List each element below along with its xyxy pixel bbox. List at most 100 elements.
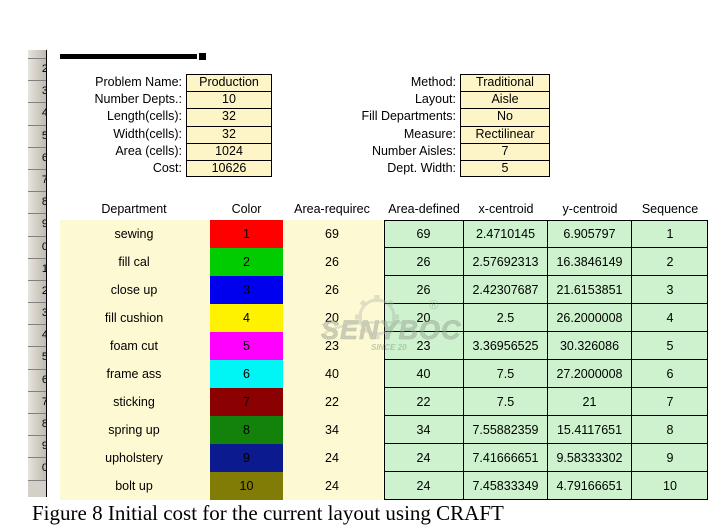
cell-area-defined[interactable]: 24: [384, 444, 464, 472]
cell-sequence[interactable]: 4: [632, 304, 708, 332]
cell-sequence[interactable]: 5: [632, 332, 708, 360]
cell-area-defined[interactable]: 40: [384, 360, 464, 388]
cell-y-centroid[interactable]: 26.2000008: [548, 304, 632, 332]
row-header-14[interactable]: 6: [28, 369, 46, 392]
table-row[interactable]: close up 3 26 26 2.42307687 21.6153851 3: [47, 276, 708, 304]
method-parameter-value[interactable]: No: [460, 108, 550, 126]
row-header-9[interactable]: 1: [28, 258, 46, 281]
cell-area-defined[interactable]: 24: [384, 472, 464, 500]
cell-sequence[interactable]: 7: [632, 388, 708, 416]
cell-department[interactable]: foam cut: [60, 332, 208, 360]
cell-department[interactable]: close up: [60, 276, 208, 304]
cell-x-centroid[interactable]: 7.5: [464, 388, 548, 416]
row-header-17[interactable]: 9: [28, 436, 46, 459]
row-header-10[interactable]: 2: [28, 280, 46, 304]
cell-department[interactable]: upholstery: [60, 444, 208, 472]
row-header-gutter[interactable]: 2 3 4 5 6 7 8 9 0 1 2 3 4 5 6 7 8 9 0: [28, 50, 47, 497]
cell-area-required[interactable]: 40: [287, 360, 377, 388]
cell-y-centroid[interactable]: 9.58333302: [548, 444, 632, 472]
row-header-13[interactable]: 5: [28, 347, 46, 370]
method-parameter-value[interactable]: 7: [460, 142, 550, 160]
row-header-18[interactable]: 0: [28, 458, 46, 481]
row-header-0[interactable]: 2: [28, 59, 46, 82]
cell-x-centroid[interactable]: 2.5: [464, 304, 548, 332]
column-header-0[interactable]: Department: [60, 198, 208, 220]
cell-x-centroid[interactable]: 3.36956525: [464, 332, 548, 360]
row-header-1[interactable]: 3: [28, 81, 46, 104]
problem-parameter-value[interactable]: 32: [186, 125, 272, 143]
cell-y-centroid[interactable]: 4.79166651: [548, 472, 632, 500]
column-header-2[interactable]: Area-requirec: [287, 198, 377, 220]
table-row[interactable]: sewing 1 69 69 2.4710145 6.905797 1: [47, 220, 708, 248]
column-header-4[interactable]: x-centroid: [464, 198, 548, 220]
cell-area-required[interactable]: 26: [287, 276, 377, 304]
method-parameter-value[interactable]: 5: [460, 159, 550, 178]
method-parameter-value[interactable]: Traditional: [460, 74, 550, 92]
cell-area-required[interactable]: 22: [287, 388, 377, 416]
cell-area-required[interactable]: 24: [287, 472, 377, 500]
cell-x-centroid[interactable]: 7.5: [464, 360, 548, 388]
row-header-3[interactable]: 5: [28, 125, 46, 148]
problem-parameter-value[interactable]: 1024: [186, 142, 272, 160]
row-header-8[interactable]: 0: [28, 236, 46, 259]
cell-color-swatch[interactable]: 4: [210, 304, 283, 332]
cell-y-centroid[interactable]: 27.2000008: [548, 360, 632, 388]
table-row[interactable]: fill cushion 4 20 20 2.5 26.2000008 4: [47, 304, 708, 332]
column-header-5[interactable]: y-centroid: [548, 198, 632, 220]
cell-department[interactable]: sewing: [60, 220, 208, 248]
table-row[interactable]: spring up 8 34 34 7.55882359 15.4117651 8: [47, 416, 708, 444]
problem-parameter-value[interactable]: 10: [186, 91, 272, 109]
table-row[interactable]: foam cut 5 23 23 3.36956525 30.326086 5: [47, 332, 708, 360]
column-header-1[interactable]: Color: [210, 198, 283, 220]
cell-area-required[interactable]: 24: [287, 444, 377, 472]
row-header-12[interactable]: 4: [28, 325, 46, 348]
row-header-11[interactable]: 3: [28, 303, 46, 326]
cell-sequence[interactable]: 6: [632, 360, 708, 388]
cell-x-centroid[interactable]: 2.42307687: [464, 276, 548, 304]
cell-y-centroid[interactable]: 6.905797: [548, 220, 632, 248]
row-header-2[interactable]: 4: [28, 103, 46, 126]
cell-department[interactable]: fill cushion: [60, 304, 208, 332]
row-header-4[interactable]: 6: [28, 147, 46, 170]
cell-area-defined[interactable]: 69: [384, 220, 464, 248]
cell-sequence[interactable]: 10: [632, 472, 708, 500]
cell-area-defined[interactable]: 23: [384, 332, 464, 360]
table-row[interactable]: bolt up 10 24 24 7.45833349 4.79166651 10: [47, 472, 708, 500]
cell-x-centroid[interactable]: 7.41666651: [464, 444, 548, 472]
cell-color-swatch[interactable]: 7: [210, 388, 283, 416]
cell-sequence[interactable]: 1: [632, 220, 708, 248]
cell-sequence[interactable]: 9: [632, 444, 708, 472]
method-parameter-value[interactable]: Aisle: [460, 91, 550, 109]
cell-department[interactable]: spring up: [60, 416, 208, 444]
cell-y-centroid[interactable]: 21.6153851: [548, 276, 632, 304]
table-row[interactable]: upholstery 9 24 24 7.41666651 9.58333302 9: [47, 444, 708, 472]
cell-y-centroid[interactable]: 15.4117651: [548, 416, 632, 444]
problem-parameter-value[interactable]: 32: [186, 108, 272, 126]
selection-handle[interactable]: [199, 53, 206, 60]
table-row[interactable]: frame ass 6 40 40 7.5 27.2000008 6: [47, 360, 708, 388]
cell-area-defined[interactable]: 26: [384, 248, 464, 276]
cell-color-swatch[interactable]: 6: [210, 360, 283, 388]
cell-sequence[interactable]: 3: [632, 276, 708, 304]
cell-department[interactable]: bolt up: [60, 472, 208, 500]
cell-y-centroid[interactable]: 21: [548, 388, 632, 416]
cell-area-required[interactable]: 34: [287, 416, 377, 444]
cell-y-centroid[interactable]: 16.3846149: [548, 248, 632, 276]
cell-y-centroid[interactable]: 30.326086: [548, 332, 632, 360]
row-header-15[interactable]: 7: [28, 391, 46, 414]
cell-x-centroid[interactable]: 7.45833349: [464, 472, 548, 500]
problem-parameter-value[interactable]: 10626: [186, 159, 272, 178]
table-row[interactable]: fill cal 2 26 26 2.57692313 16.3846149 2: [47, 248, 708, 276]
row-header-partial[interactable]: [28, 50, 46, 59]
cell-area-required[interactable]: 26: [287, 248, 377, 276]
cell-department[interactable]: frame ass: [60, 360, 208, 388]
row-header-7[interactable]: 9: [28, 214, 46, 237]
cell-area-required[interactable]: 20: [287, 304, 377, 332]
column-header-6[interactable]: Sequence: [632, 198, 708, 220]
row-header-16[interactable]: 8: [28, 414, 46, 437]
cell-x-centroid[interactable]: 2.4710145: [464, 220, 548, 248]
method-parameter-value[interactable]: Rectilinear: [460, 125, 550, 143]
cell-color-swatch[interactable]: 5: [210, 332, 283, 360]
cell-color-swatch[interactable]: 2: [210, 248, 283, 276]
cell-sequence[interactable]: 8: [632, 416, 708, 444]
